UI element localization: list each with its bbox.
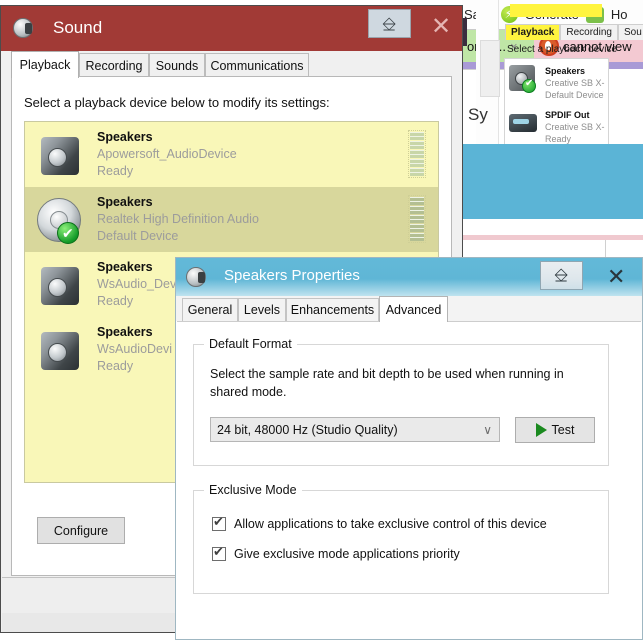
embedded-device-status: Default Device [545,90,604,100]
tab-sounds[interactable]: Sounds [149,53,205,77]
sound-window-titlebar: Sound ⎒ ✕ [1,6,462,51]
properties-tab-strip: General Levels Enhancements Advanced [176,296,642,322]
exclusive-mode-group: Exclusive Mode Allow applications to tak… [193,483,609,594]
device-status: Ready [97,359,134,373]
device-name: Speakers [97,130,153,144]
device-driver: Apowersoft_AudioDevice [97,147,237,161]
device-name: Speakers [97,260,153,274]
pin-cursor-icon: ⎒ [382,14,397,34]
device-status: Ready [97,294,134,308]
tab-enhancements[interactable]: Enhancements [286,298,379,321]
highlighted-title [510,4,602,17]
speaker-icon [186,267,206,287]
volume-meter [408,195,426,243]
exclusive-control-checkbox-row[interactable]: Allow applications to take exclusive con… [212,514,547,531]
playback-prompt: Select a playback device below to modify… [24,95,330,110]
default-format-description: Select the sample rate and bit depth to … [210,367,564,399]
embedded-device-row: SPDIF Out Creative SB X- Ready [505,103,608,147]
device-name: Speakers [97,195,153,209]
exclusive-priority-checkbox-row[interactable]: Give exclusive mode applications priorit… [212,544,460,561]
play-icon [535,423,547,437]
tab-advanced[interactable]: Advanced [379,296,448,322]
exclusive-control-checkbox[interactable] [212,514,226,531]
embedded-tab-strip: Playback Recording Sou [505,24,643,40]
configure-button[interactable]: Configure [37,517,125,544]
embedded-device-driver: Creative SB X- [545,122,605,132]
speaker-cone-icon [33,194,87,246]
tab-levels[interactable]: Levels [238,298,286,321]
device-name: Speakers [97,325,153,339]
embedded-tab-sounds: Sou [617,24,643,40]
properties-titlebar: Speakers Properties ⎒ ✕ [176,258,642,296]
tab-communications[interactable]: Communications [205,53,309,77]
properties-title: Speakers Properties [224,267,360,284]
pin-cursor-icon: ⎒ [554,265,569,285]
speaker-cube-icon [33,129,87,181]
sample-rate-select[interactable]: 24 bit, 48000 Hz (Studio Quality) ∨ [210,417,500,442]
default-format-label: Default Format [204,337,297,351]
speaker-icon [13,18,35,38]
embedded-tab-recording: Recording [560,24,618,40]
test-button[interactable]: Test [515,417,595,443]
device-driver: WsAudioDevi [97,342,173,356]
volume-meter [408,130,426,178]
embedded-prompt: Select a playback device [507,44,618,55]
embedded-tab-playback: Playback [505,24,561,40]
default-format-group: Default Format Select the sample rate an… [193,337,609,466]
device-driver: WsAudio_Dev [97,277,177,291]
test-button-label: Test [551,423,575,437]
exclusive-priority-label: Give exclusive mode applications priorit… [234,547,460,561]
default-check-icon [522,78,536,93]
spdif-icon [509,109,539,137]
speakers-properties-dialog: Speakers Properties ⎒ ✕ General Levels E… [175,257,643,640]
embedded-device-name: Speakers [545,66,586,76]
embedded-device-row: Speakers Creative SB X- Default Device [505,59,608,103]
speaker-icon [509,65,539,93]
chevron-down-icon: ∨ [483,423,492,437]
device-row-realtek[interactable]: Speakers Realtek High Definition Audio D… [25,187,438,252]
close-icon[interactable]: ✕ [607,266,625,288]
device-status: Ready [97,164,134,178]
tab-playback[interactable]: Playback [11,51,79,78]
exclusive-priority-checkbox[interactable] [212,544,226,561]
embedded-device-name: SPDIF Out [545,110,590,120]
default-device-check-icon [57,221,79,244]
device-row-apowersoft[interactable]: Speakers Apowersoft_AudioDevice Ready [25,122,438,187]
tab-recording[interactable]: Recording [79,53,149,77]
page-text-fragment: Sy [468,105,488,124]
sample-rate-value: 24 bit, 48000 Hz (Studio Quality) [217,422,398,437]
exclusive-control-label: Allow applications to take exclusive con… [234,517,547,531]
page-blue-band [462,144,643,219]
page-grey-block [480,40,500,97]
device-status: Default Device [97,229,179,243]
page-pink-band [462,235,643,240]
device-driver: Realtek High Definition Audio [97,212,259,226]
toolbar-home-button[interactable]: Ho [611,7,628,22]
exclusive-mode-label: Exclusive Mode [204,483,302,497]
sound-tab-strip: Playback Recording Sounds Communications [1,51,462,78]
embedded-device-driver: Creative SB X- [545,78,605,88]
speaker-cube-icon [33,324,87,376]
close-icon[interactable]: ✕ [431,15,451,39]
speaker-cube-icon [33,259,87,311]
tab-general[interactable]: General [182,298,238,321]
sound-window-title: Sound [53,18,103,37]
advanced-tab-panel: Default Format Select the sample rate an… [177,321,641,639]
page-white-band [462,219,643,235]
